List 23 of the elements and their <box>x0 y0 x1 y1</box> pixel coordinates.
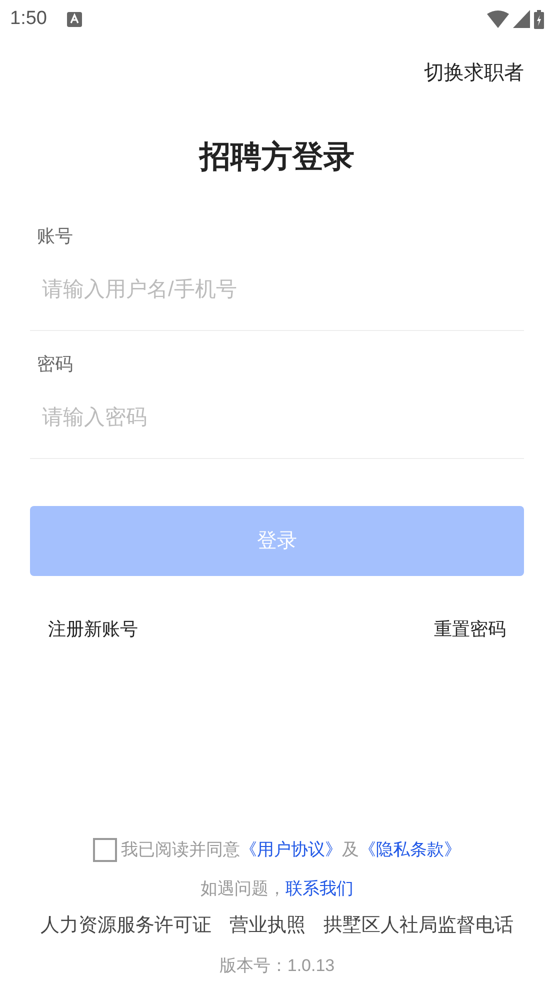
footer-link[interactable]: 营业执照 <box>230 912 306 940</box>
signal-icon <box>513 10 530 28</box>
battery-icon <box>534 10 544 28</box>
keyboard-icon <box>66 12 82 26</box>
contact-link[interactable]: 联系我们 <box>286 878 354 898</box>
reset-password-link[interactable]: 重置密码 <box>434 616 506 642</box>
policy-link[interactable]: 《隐私条款》 <box>359 840 461 859</box>
input-field[interactable]: 请输入密码 <box>30 388 524 448</box>
policy-link[interactable]: 《用户协议》 <box>240 840 342 859</box>
register-link[interactable]: 注册新账号 <box>48 616 138 642</box>
field-label: 密码 <box>36 352 74 376</box>
version-text: 版本号：1.0.13 <box>219 954 335 976</box>
help-text: 如遇问题，联系我们 <box>200 878 354 900</box>
wifi-icon <box>487 10 509 28</box>
footer-link[interactable]: 人力资源服务许可证 <box>40 912 212 940</box>
status-time: 1:50 <box>10 6 47 31</box>
switch-role-link[interactable]: 切换求职者 <box>424 58 524 88</box>
field-label: 账号 <box>36 224 74 248</box>
agreement-checkbox[interactable] <box>93 838 117 862</box>
agreement-text: 我已阅读并同意《用户协议》及《隐私条款》 <box>121 839 461 861</box>
footer-link[interactable]: 拱墅区人社局监督电话 <box>324 912 514 940</box>
page-title: 招聘方登录 <box>198 138 356 176</box>
input-field[interactable]: 请输入用户名/手机号 <box>30 260 524 320</box>
